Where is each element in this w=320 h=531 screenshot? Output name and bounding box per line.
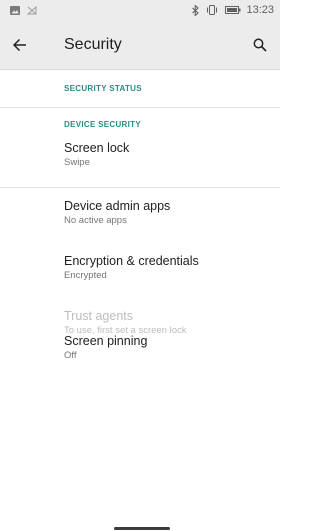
signal-off-icon [27,5,37,15]
pref-screen-pinning-title: Screen pinning [64,334,148,348]
section-header-security-status: SECURITY STATUS [0,70,280,108]
page-title: Security [64,36,122,53]
battery-icon [225,6,241,14]
section-header-device-security: DEVICE SECURITY [64,120,141,129]
pref-trust-agents-title: Trust agents [64,309,134,323]
pref-encryption-summary: Encrypted [64,270,107,281]
pref-screen-lock-summary: Swipe [64,157,90,168]
search-icon [253,38,267,52]
pref-screen-pinning-summary: Off [64,350,77,361]
pref-device-admin-summary: No active apps [64,215,127,226]
status-left [10,5,37,15]
pref-encryption-credentials[interactable]: Encryption & credentials Encrypted [0,253,280,297]
bluetooth-icon [192,4,200,16]
image-icon [10,5,20,15]
status-right: 13:23 [192,4,274,16]
pref-device-admin-apps[interactable]: Device admin apps No active apps [0,198,280,242]
pref-screen-pinning[interactable]: Screen pinning Off [0,333,280,377]
status-bar: 13:23 [0,0,280,20]
arrow-back-icon [13,38,26,52]
status-time: 13:23 [246,4,274,16]
vibrate-icon [206,5,218,15]
divider [0,187,280,188]
back-button[interactable] [8,33,32,57]
home-gesture-bar[interactable] [114,527,170,530]
search-button[interactable] [248,33,272,57]
pref-encryption-title: Encryption & credentials [64,254,199,268]
pref-screen-lock-title: Screen lock [64,141,130,155]
pref-device-admin-title: Device admin apps [64,199,171,213]
app-bar: Security [0,20,280,70]
